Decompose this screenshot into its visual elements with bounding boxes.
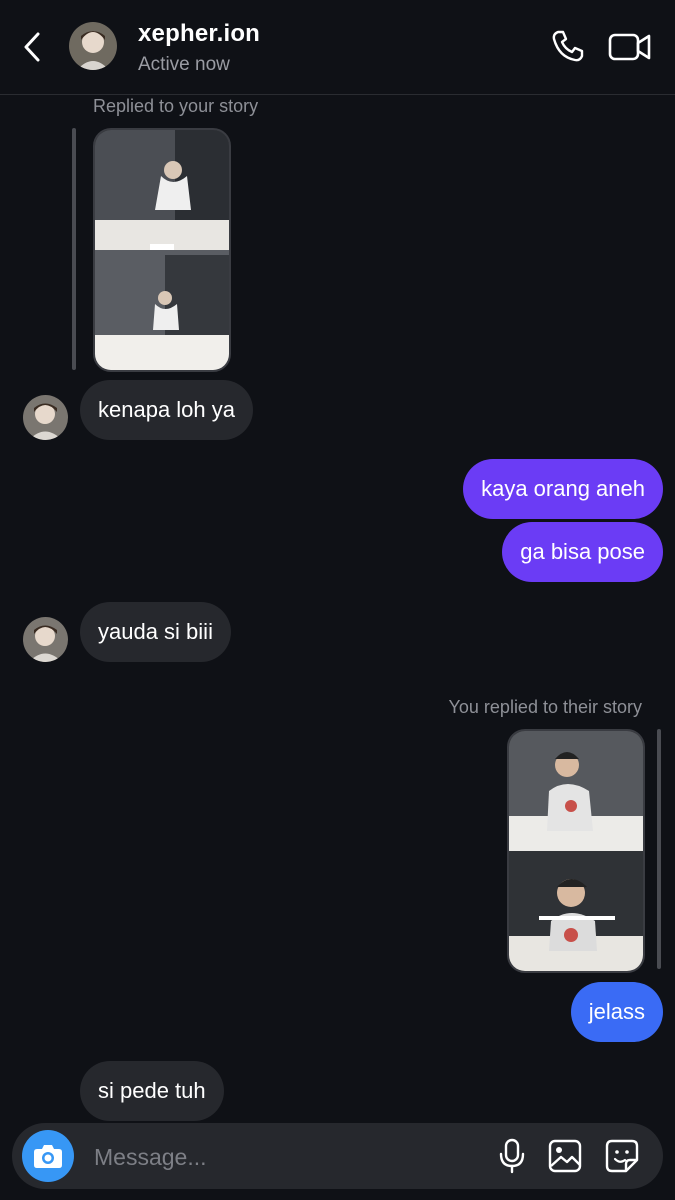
story-reply-label: Replied to your story [93, 96, 259, 116]
story-reply-bar [72, 128, 76, 370]
sticker-icon[interactable] [604, 1138, 640, 1174]
story-reply-label: You replied to their story [448, 697, 642, 717]
message-bubble-incoming[interactable]: kenapa loh ya [80, 380, 253, 440]
camera-button[interactable] [22, 1130, 74, 1182]
active-status: Active now [138, 54, 230, 75]
message-bubble-incoming[interactable]: si pede tuh [80, 1061, 224, 1121]
contact-avatar[interactable] [23, 395, 68, 440]
message-input[interactable] [92, 1137, 476, 1177]
back-arrow-icon[interactable] [18, 30, 48, 64]
video-camera-icon[interactable] [608, 30, 652, 64]
microphone-icon[interactable] [498, 1138, 526, 1174]
story-thumbnail[interactable] [507, 729, 645, 973]
story-thumbnail[interactable] [93, 128, 231, 372]
message-bubble-outgoing[interactable]: jelass [570, 982, 663, 1042]
chat-header: xepher.ion Active now [0, 0, 675, 95]
contact-username[interactable]: xepher.ion [138, 20, 260, 48]
header-avatar[interactable] [69, 22, 117, 70]
message-bubble-incoming[interactable]: yauda si biii [80, 602, 231, 662]
camera-icon [34, 1145, 62, 1168]
contact-avatar[interactable] [23, 617, 68, 662]
story-reply-bar [657, 729, 661, 969]
message-bubble-outgoing[interactable]: ga bisa pose [502, 522, 663, 582]
gallery-icon[interactable] [547, 1138, 583, 1174]
phone-icon[interactable] [550, 28, 586, 64]
message-bubble-outgoing[interactable]: kaya orang aneh [463, 459, 663, 519]
message-composer [12, 1123, 663, 1189]
